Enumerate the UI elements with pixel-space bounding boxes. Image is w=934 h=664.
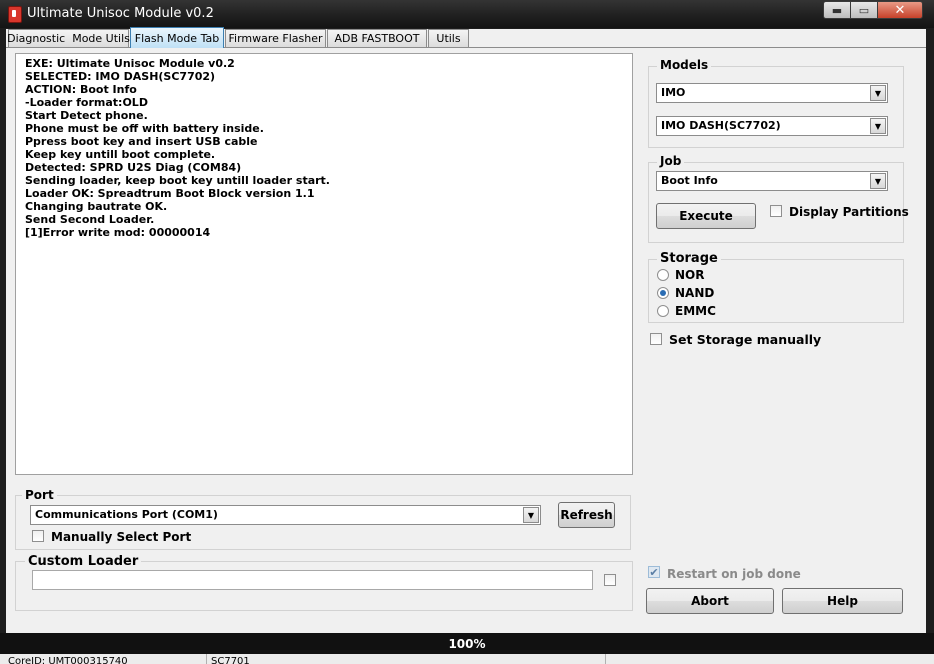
help-button[interactable]: Help (782, 588, 903, 614)
storage-nor-radio[interactable] (657, 269, 669, 281)
app-icon (8, 6, 22, 23)
custom-loader-input[interactable] (32, 570, 593, 590)
chevron-down-icon[interactable]: ▼ (870, 173, 886, 189)
port-select[interactable]: Communications Port (COM1) ▼ (30, 505, 541, 525)
job-value: Boot Info (661, 174, 718, 187)
brand-select[interactable]: IMO ▼ (656, 83, 888, 103)
log-line: Start Detect phone. (25, 109, 148, 122)
maximize-icon: ▭ (858, 3, 870, 17)
log-line: SELECTED: IMO DASH(SC7702) (25, 70, 216, 83)
display-partitions-label: Display Partitions (789, 205, 909, 219)
window-client: Diagnostic Mode Utils Flash Mode Tab Fir… (6, 27, 926, 633)
minimize-icon: ▬ (831, 3, 843, 17)
status-bar: CoreID: UMT000315740 SC7701 (0, 654, 934, 664)
status-core-id: CoreID: UMT000315740 (8, 656, 128, 664)
log-line: Phone must be off with battery inside. (25, 122, 264, 135)
execute-button[interactable]: Execute (656, 203, 756, 229)
status-divider (605, 654, 606, 664)
display-partitions-checkbox[interactable] (770, 205, 782, 217)
model-select[interactable]: IMO DASH(SC7702) ▼ (656, 116, 888, 136)
tab-diagnostic-mode-utils[interactable]: Diagnostic Mode Utils (7, 29, 130, 47)
window-title: Ultimate Unisoc Module v0.2 (27, 6, 214, 21)
storage-emmc-label: EMMC (675, 304, 716, 318)
log-line: ACTION: Boot Info (25, 83, 137, 96)
custom-loader-legend: Custom Loader (25, 554, 142, 569)
refresh-button[interactable]: Refresh (558, 502, 615, 528)
tab-adb-fastboot[interactable]: ADB FASTBOOT (327, 29, 427, 47)
tab-flash-mode[interactable]: Flash Mode Tab (130, 27, 224, 48)
model-value: IMO DASH(SC7702) (661, 119, 781, 132)
log-line: [1]Error write mod: 00000014 (25, 226, 211, 239)
log-line: Sending loader, keep boot key untill loa… (25, 174, 330, 187)
manually-select-port-checkbox[interactable] (32, 530, 44, 542)
manually-select-port-label: Manually Select Port (51, 530, 192, 544)
log-line: Ppress boot key and insert USB cable (25, 135, 258, 148)
maximize-button[interactable]: ▭ (850, 1, 878, 19)
tab-firmware-flasher[interactable]: Firmware Flasher (225, 29, 326, 47)
storage-nand-label: NAND (675, 286, 715, 300)
restart-on-job-done-checkbox[interactable]: ✔ (648, 566, 660, 578)
models-legend: Models (657, 58, 712, 72)
chevron-down-icon[interactable]: ▼ (870, 118, 886, 134)
port-legend: Port (22, 488, 57, 502)
close-button[interactable]: ✕ (877, 1, 923, 19)
storage-nor-label: NOR (675, 268, 705, 282)
set-storage-manually-checkbox[interactable] (650, 333, 662, 345)
brand-value: IMO (661, 86, 686, 99)
close-icon: ✕ (894, 2, 906, 18)
storage-emmc-radio[interactable] (657, 305, 669, 317)
log-line: -Loader format:OLD (25, 96, 148, 109)
tab-utils[interactable]: Utils (428, 29, 469, 47)
log-line: Changing bautrate OK. (25, 200, 168, 213)
tab-label: Utils (436, 32, 461, 45)
storage-legend: Storage (657, 251, 721, 266)
check-icon: ✔ (649, 565, 659, 579)
status-divider (206, 654, 207, 664)
chevron-down-icon[interactable]: ▼ (870, 85, 886, 101)
storage-nand-radio[interactable] (657, 287, 669, 299)
log-line: Keep key untill boot complete. (25, 148, 216, 161)
job-select[interactable]: Boot Info ▼ (656, 171, 888, 191)
job-legend: Job (657, 154, 685, 168)
tab-label: Flash Mode Tab (134, 31, 220, 45)
status-chip: SC7701 (211, 656, 250, 664)
custom-loader-checkbox[interactable] (604, 574, 616, 586)
port-value: Communications Port (COM1) (35, 508, 218, 521)
restart-on-job-done-label: Restart on job done (667, 567, 801, 581)
set-storage-manually-label: Set Storage manually (669, 332, 822, 347)
abort-button[interactable]: Abort (646, 588, 774, 614)
log-line: Loader OK: Spreadtrum Boot Block version… (25, 187, 315, 200)
log-line: EXE: Ultimate Unisoc Module v0.2 (25, 57, 235, 70)
chevron-down-icon[interactable]: ▼ (523, 507, 539, 523)
log-output[interactable]: EXE: Ultimate Unisoc Module v0.2 SELECTE… (15, 53, 633, 475)
minimize-button[interactable]: ▬ (823, 1, 851, 19)
progress-text: 100% (448, 637, 486, 651)
tab-label: Diagnostic Mode Utils (7, 32, 130, 45)
tab-label: Firmware Flasher (228, 32, 323, 45)
log-line: Send Second Loader. (25, 213, 155, 226)
tab-label: ADB FASTBOOT (334, 32, 420, 45)
log-line: Detected: SPRD U2S Diag (COM84) (25, 161, 242, 174)
